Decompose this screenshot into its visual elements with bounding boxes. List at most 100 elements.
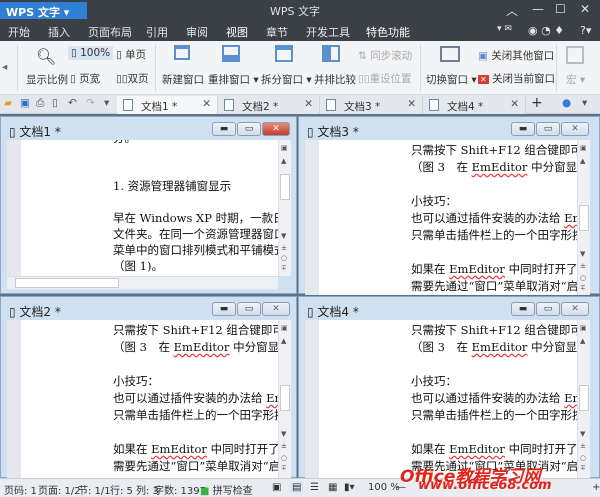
side-by-side-button[interactable]: 并排比较: [314, 72, 356, 87]
menu-layout[interactable]: 页面布局: [88, 24, 132, 40]
page-width-button[interactable]: ▯ 页宽: [70, 71, 100, 86]
tab-label: 文档1 *: [141, 101, 178, 113]
quick-access-dropdown-icon[interactable]: ▾: [104, 97, 109, 109]
menu-features[interactable]: 特色功能: [366, 24, 410, 42]
fullscreen-view-icon[interactable]: ▣: [272, 482, 281, 493]
split-window-button[interactable]: 拆分窗口 ▾: [261, 72, 312, 87]
open-icon[interactable]: ▰: [4, 97, 12, 109]
close-current-window-button[interactable]: ✕ 关闭当前窗口: [478, 71, 555, 86]
vertical-scrollbar[interactable]: ▣ ▲ ▼ ± ○ ∓: [577, 140, 590, 295]
restore-button[interactable]: ▭: [536, 122, 560, 136]
restore-button[interactable]: ▭: [237, 122, 261, 136]
redo-icon[interactable]: ↷: [86, 97, 95, 109]
vertical-scrollbar[interactable]: ▣ ▲ ▼ ± ○ ∓: [577, 320, 590, 479]
horizontal-scrollbar[interactable]: [7, 277, 278, 289]
window-title-label: 文档4 *: [317, 305, 359, 319]
menu-chapter[interactable]: 章节: [266, 24, 288, 40]
reset-position-button[interactable]: ▯▯重设位置: [358, 71, 412, 86]
tab-list-icon[interactable]: ▾: [582, 97, 587, 109]
close-current-label: 关闭当前窗口: [492, 73, 556, 85]
zoom-level: 100 %: [368, 482, 400, 493]
tab-close-icon[interactable]: ✕: [407, 98, 416, 110]
child-window-document-1[interactable]: ▯ 文档1 * ▬▭✕ 分。 1. 资源管理器铺窗显示 早在 Windows X…: [0, 116, 297, 294]
restore-button[interactable]: ▭: [237, 302, 261, 316]
close-button[interactable]: ✕: [262, 302, 290, 316]
macro-label: 宏: [566, 74, 577, 86]
new-tab-button[interactable]: +: [531, 95, 543, 111]
minimize-button[interactable]: ▬: [212, 122, 236, 136]
tab-document-3[interactable]: 文档3 * ✕: [320, 96, 423, 114]
close-button[interactable]: ✕: [561, 122, 589, 136]
vertical-scrollbar[interactable]: ▣ ▲ ▼ ± ○ ∓: [278, 320, 291, 479]
cloud-icon[interactable]: ●: [562, 97, 571, 109]
split-icon: [275, 45, 293, 62]
minimize-button[interactable]: ▬: [511, 122, 535, 136]
close-other-windows-button[interactable]: ▣ 关闭其他窗口: [478, 48, 554, 63]
tab-label: 文档2 *: [242, 101, 279, 113]
tab-close-icon[interactable]: ✕: [304, 98, 313, 110]
rearrange-label: 重排窗口: [208, 74, 250, 86]
child-window-document-2[interactable]: ▯ 文档2 * ▬ ▭ ✕ 只需按下 Shift+F12 组合键即可。 （图 3 在 …: [0, 296, 297, 479]
skin-icon[interactable]: ◉ ◔ ♦: [528, 24, 564, 37]
spell-check-button[interactable]: ■ 拼写检查: [200, 482, 253, 497]
document-page[interactable]: 只需按下 Shift+F12 组合键即可。 （图 3 在 EmEditor 中分窗…: [7, 320, 278, 479]
switch-window-button[interactable]: 切换窗口 ▾: [426, 72, 477, 87]
new-window-icon: [174, 45, 190, 60]
new-window-button[interactable]: 新建窗口: [162, 72, 204, 87]
tab-label: 文档4 *: [447, 101, 484, 113]
menu-home[interactable]: 开始: [8, 24, 30, 40]
minimize-button[interactable]: ▬: [511, 302, 535, 316]
mail-icon[interactable]: ▾ ✉: [497, 24, 512, 34]
minimize-button[interactable]: ▬: [212, 302, 236, 316]
vertical-scrollbar[interactable]: ▣ ▲ ▼ ± ○ ∓: [278, 140, 291, 276]
menu-review[interactable]: 审阅: [186, 24, 208, 40]
save-icon[interactable]: ▣: [20, 97, 30, 109]
collapse-icon[interactable]: ︿: [506, 2, 518, 19]
close-button[interactable]: ✕: [561, 302, 589, 316]
tab-close-icon[interactable]: ✕: [202, 98, 211, 110]
zoom-button[interactable]: 显示比例: [26, 72, 68, 87]
menu-insert[interactable]: 插入: [48, 24, 70, 40]
text-line: （图 1)。: [113, 259, 163, 273]
print-icon[interactable]: ⎙: [36, 97, 44, 110]
menu-bar: 开始 插入 页面布局 引用 审阅 视图 章节 开发工具 特色功能 ▾ ✉ ◉ ◔…: [0, 20, 600, 44]
tab-document-1[interactable]: 文档1 * ✕: [117, 96, 218, 114]
document-text: 只需按下 Shift+F12 组合键即可。 （图 3 在 EmEditor 中分窗…: [411, 322, 577, 475]
tab-close-icon[interactable]: ✕: [510, 98, 519, 110]
window-title: WPS 文字: [270, 5, 320, 18]
web-view-icon[interactable]: ▦: [328, 482, 337, 493]
zoom-in-button[interactable]: +: [592, 482, 600, 493]
menu-references[interactable]: 引用: [146, 24, 168, 40]
ribbon-collapse-icon[interactable]: ◂: [2, 61, 7, 73]
reset-position-label: 重设位置: [369, 73, 412, 85]
undo-icon[interactable]: ↶: [68, 97, 77, 109]
double-page-label: 双页: [127, 73, 149, 85]
zoom-100-button[interactable]: ▯ 100%: [68, 46, 114, 60]
tab-document-4[interactable]: 文档4 * ✕: [423, 96, 526, 114]
double-page-button[interactable]: ▯▯双页: [116, 71, 149, 86]
print-preview-icon[interactable]: ▯: [52, 97, 58, 109]
rearrange-window-button[interactable]: 重排窗口 ▾: [208, 72, 259, 87]
minimize-button[interactable]: —: [532, 2, 544, 16]
document-page[interactable]: 分。 1. 资源管理器铺窗显示 早在 Windows XP 时期，一款日产的 文…: [7, 140, 278, 276]
help-icon[interactable]: ?▾: [580, 24, 591, 37]
reading-view-icon[interactable]: ▮▾: [344, 482, 355, 493]
document-page[interactable]: 只需按下 Shift+F12 组合键即可。 （图 3 在 EmEditor 中分窗…: [305, 140, 577, 295]
tab-document-2[interactable]: 文档2 * ✕: [218, 96, 320, 114]
outline-view-icon[interactable]: ☰: [310, 482, 319, 493]
app-menu-button[interactable]: WPS 文字 ▾: [0, 2, 87, 19]
sync-scroll-button[interactable]: ⇅ 同步滚动: [358, 48, 412, 63]
macro-button[interactable]: 宏 ▾: [566, 72, 585, 87]
restore-button[interactable]: ▭: [536, 302, 560, 316]
child-window-document-3[interactable]: ▯ 文档3 * ▬ ▭ ✕ 只需按下 Shift+F12 组合键即可。 （图 3 在 …: [298, 116, 600, 295]
close-button[interactable]: ✕: [262, 122, 290, 136]
text-line: （图 3 在 EmEditor 中分窗显示同: [113, 340, 278, 354]
maximize-button[interactable]: ☐: [555, 2, 566, 16]
single-page-button[interactable]: ▯ 单页: [116, 47, 146, 62]
close-button[interactable]: ✕: [580, 2, 590, 16]
menu-developer[interactable]: 开发工具: [306, 24, 350, 40]
child-window-document-4[interactable]: ▯ 文档4 * ▬ ▭ ✕ 只需按下 Shift+F12 组合键即可。 （图 3 在 …: [298, 296, 600, 479]
page-view-icon[interactable]: ▤: [290, 482, 304, 493]
status-page: 页码: 1: [4, 486, 37, 497]
document-page[interactable]: 只需按下 Shift+F12 组合键即可。 （图 3 在 EmEditor 中分窗…: [305, 320, 577, 479]
